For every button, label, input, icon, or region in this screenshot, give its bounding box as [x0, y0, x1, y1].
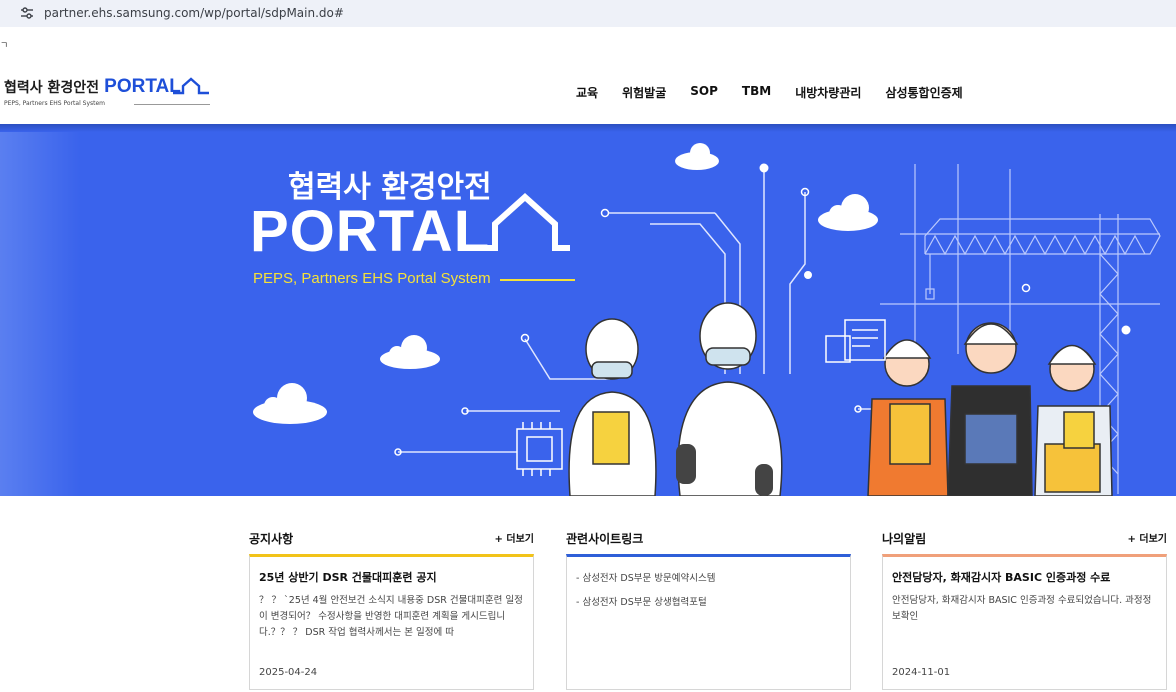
alerts-more-link[interactable]: + 더보기	[1128, 530, 1167, 545]
nav-visitor-vehicle[interactable]: 내방차량관리	[795, 84, 861, 101]
links-title: 관련사이트링크	[566, 532, 644, 546]
house-logo-icon	[173, 77, 209, 95]
alerts-title: 나의알림	[882, 532, 927, 546]
nav-education[interactable]: 교육	[576, 84, 598, 101]
hero-banner: 협력사 환경안전 PORTAL PEPS, Partners EHS Porta…	[0, 124, 1176, 496]
hero-illustration	[253, 143, 1161, 496]
nav-sop[interactable]: SOP	[690, 84, 718, 101]
notice-item-title[interactable]: 25년 상반기 DSR 건물대피훈련 공지	[259, 569, 437, 585]
logo-korean-text: 협력사 환경안전	[4, 80, 100, 96]
links-section: 관련사이트링크 - 삼성전자 DS부문 방문예약시스템 - 삼성전자 DS부문 …	[566, 530, 851, 690]
nav-tbm[interactable]: TBM	[742, 84, 771, 101]
nav-samsung-certification[interactable]: 삼성통합인증제	[885, 84, 962, 101]
links-card: - 삼성전자 DS부문 방문예약시스템 - 삼성전자 DS부문 상생협력포털	[566, 554, 851, 690]
notice-section: 공지사항 + 더보기 25년 상반기 DSR 건물대피훈련 공지 ？ ？ `25…	[249, 530, 534, 690]
logo-portal-text: PORTAL	[104, 76, 181, 97]
notice-item-date: 2025-04-24	[259, 667, 318, 678]
nav-hazard-finding[interactable]: 위험발굴	[622, 84, 666, 101]
notice-more-link[interactable]: + 더보기	[495, 530, 534, 545]
site-settings-icon[interactable]	[20, 6, 34, 20]
site-logo[interactable]: 협력사 환경안전 PORTAL PEPS, Partners EHS Porta…	[4, 76, 210, 107]
construction-workers	[867, 322, 1113, 496]
hero-subtitle-line	[500, 279, 575, 281]
notice-item-body: ？ ？ `25년 4월 안전보건 소식지 내용중 DSR 건물대피훈련 일정이 …	[259, 595, 523, 638]
url-text[interactable]: partner.ehs.samsung.com/wp/portal/sdpMai…	[44, 6, 344, 20]
hero-subtitle: PEPS, Partners EHS Portal System	[253, 270, 491, 287]
logo-subtitle: PEPS, Partners EHS Portal System	[4, 100, 106, 107]
chip-icon	[516, 422, 563, 476]
alert-item-date: 2024-11-01	[892, 667, 951, 678]
alert-item-body: 안전담당자, 화재감시자 BASIC 인증과정 수료되었습니다. 과정정보확인	[892, 595, 1152, 622]
browser-url-bar[interactable]: partner.ehs.samsung.com/wp/portal/sdpMai…	[0, 0, 1176, 27]
notice-card[interactable]: 25년 상반기 DSR 건물대피훈련 공지 ？ ？ `25년 4월 안전보건 소…	[249, 554, 534, 690]
link-partner-portal[interactable]: - 삼성전자 DS부문 상생협력포털	[576, 591, 715, 615]
notice-title: 공지사항	[249, 532, 294, 546]
cleanroom-workers	[568, 302, 783, 496]
logo-divider	[134, 104, 210, 105]
alerts-card[interactable]: 안전담당자, 화재감시자 BASIC 인증과정 수료 안전담당자, 화재감시자 …	[882, 554, 1167, 690]
link-visit-reservation[interactable]: - 삼성전자 DS부문 방문예약시스템	[576, 567, 715, 591]
alerts-section: 나의알림 + 더보기 안전담당자, 화재감시자 BASIC 인증과정 수료 안전…	[882, 530, 1167, 690]
bookmark-fragment[interactable]: ㄱ	[0, 38, 8, 51]
main-nav: 교육 위험발굴 SOP TBM 내방차량관리 삼성통합인증제	[564, 84, 975, 101]
alert-item-title[interactable]: 안전담당자, 화재감시자 BASIC 인증과정 수료	[892, 569, 1110, 585]
hero-title-portal: PORTAL	[250, 199, 491, 264]
